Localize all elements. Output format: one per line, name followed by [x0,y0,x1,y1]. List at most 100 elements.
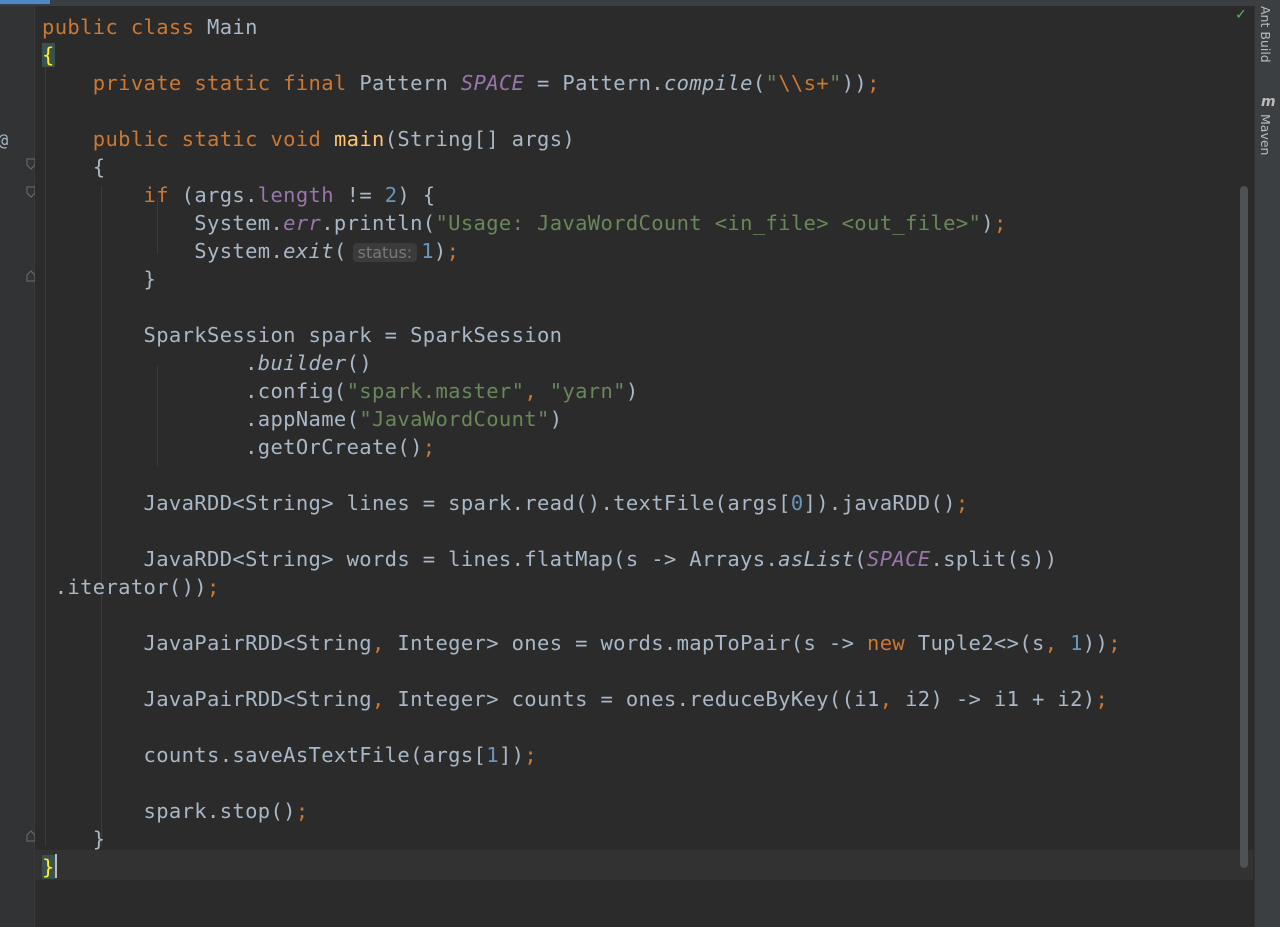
code-line[interactable] [42,769,1121,797]
code-token: .iterator()) [42,575,207,599]
code-token: (String[] args) [384,127,576,151]
code-line[interactable]: .appName("JavaWordCount") [42,405,1121,433]
code-line[interactable]: .config("spark.master", "yarn") [42,377,1121,405]
code-token: . [42,351,258,375]
code-token: builder [257,351,347,375]
code-token: Pattern [359,71,461,95]
code-token: (args. [181,183,258,207]
code-line[interactable]: } [42,265,1121,293]
code-token: .appName( [42,407,360,431]
maven-tab[interactable]: Maven [1258,114,1273,155]
code-line[interactable]: counts.saveAsTextFile(args[1]); [42,741,1121,769]
inspection-ok-icon[interactable]: ✓ [1236,4,1246,23]
code-token: SparkSession spark = SparkSession [42,323,563,347]
code-token: JavaRDD<String> words = lines.flatMap(s … [42,547,779,571]
code-line[interactable]: SparkSession spark = SparkSession [42,321,1121,349]
code-token: ; [446,239,460,263]
code-token: { [42,43,55,67]
ant-build-tab[interactable]: Ant Build [1258,6,1273,63]
code-token: ; [867,71,880,95]
code-token: "spark.master" [346,379,525,403]
code-line[interactable]: if (args.length != 2) { [42,181,1121,209]
code-token: compile [663,71,753,95]
active-tab-indicator[interactable] [0,0,50,4]
code-token: ; [524,743,538,767]
code-token: " [829,71,842,95]
code-token: ; [422,435,436,459]
code-line[interactable] [42,601,1121,629]
code-token: ( [333,239,347,263]
code-token: .getOrCreate() [42,435,423,459]
code-line[interactable]: { [42,153,1121,181]
editor-gutter[interactable]: @ [0,6,36,927]
code-token: main [333,127,385,151]
code-line[interactable]: JavaPairRDD<String, Integer> counts = on… [42,685,1121,713]
code-token: .split(s)) [930,547,1058,571]
code-token: JavaPairRDD<String [42,687,372,711]
code-line[interactable] [42,657,1121,685]
code-line[interactable]: private static final Pattern SPACE = Pat… [42,69,1121,97]
code-token: \\s+ [778,71,830,95]
code-token: Integer> counts = ones.reduceByKey((i1 [397,687,880,711]
code-token: )) [841,71,868,95]
code-token: , [372,631,398,655]
code-line[interactable]: System.err.println("Usage: JavaWordCount… [42,209,1121,237]
code-token: JavaRDD<String> lines = spark.read().tex… [42,491,791,515]
code-token: " [765,71,779,95]
code-token: spark.stop() [42,799,296,823]
code-editor[interactable]: public class Main{ private static final … [35,6,1253,927]
code-token: != [333,183,385,207]
maven-icon[interactable]: m [1261,94,1276,110]
code-line[interactable] [42,97,1121,125]
right-tool-window-bar: Ant Build m Maven [1254,6,1280,927]
code-token: ; [993,211,1007,235]
code-token: Tuple2<>(s [917,631,1045,655]
code-line[interactable] [42,293,1121,321]
code-line[interactable]: public class Main [42,13,1121,41]
code-token: )) [1082,631,1109,655]
code-line[interactable] [42,461,1121,489]
annotation-marker[interactable]: @ [0,131,8,151]
code-line[interactable]: .builder() [42,349,1121,377]
code-token: ( [854,547,867,571]
code-line[interactable]: JavaRDD<String> words = lines.flatMap(s … [42,545,1121,573]
code-line[interactable]: JavaRDD<String> lines = spark.read().tex… [42,489,1121,517]
code-token: ; [207,575,220,599]
code-line[interactable]: } [42,853,1121,881]
code-token: ; [955,491,969,515]
code-line[interactable] [42,517,1121,545]
code-line[interactable]: System.exit(status: 1); [42,237,1121,265]
source-code[interactable]: public class Main{ private static final … [42,13,1121,881]
code-token: ) [549,407,563,431]
vertical-scrollbar[interactable] [1240,186,1248,868]
code-line[interactable]: .getOrCreate(); [42,433,1121,461]
code-line[interactable] [42,713,1121,741]
code-line[interactable]: { [42,41,1121,69]
code-line[interactable]: } [42,825,1121,853]
code-token: , [879,687,906,711]
code-token: = Pattern. [524,71,664,95]
code-token: ; [1108,631,1121,655]
code-line[interactable]: spark.stop(); [42,797,1121,825]
code-token: asList [778,547,855,571]
code-token: err [283,211,322,235]
code-token: System. [42,239,284,263]
code-line[interactable]: JavaPairRDD<String, Integer> ones = word… [42,629,1121,657]
code-token: ) [981,211,994,235]
code-token: , [1044,631,1071,655]
code-token: ( [752,71,766,95]
code-line[interactable]: public static void main(String[] args) [42,125,1121,153]
code-line[interactable]: .iterator()); [42,573,1121,601]
code-token: counts.saveAsTextFile(args[ [42,743,487,767]
code-token: SPACE [867,547,931,571]
code-token: length [257,183,334,207]
code-token: } [42,267,157,291]
code-token: "Usage: JavaWordCount <in_file> <out_fil… [435,211,982,235]
code-token: () [346,351,373,375]
code-token: "JavaWordCount" [359,407,550,431]
code-token: private static final [92,71,360,95]
code-token: if [143,183,182,207]
code-token: exit [283,239,334,263]
